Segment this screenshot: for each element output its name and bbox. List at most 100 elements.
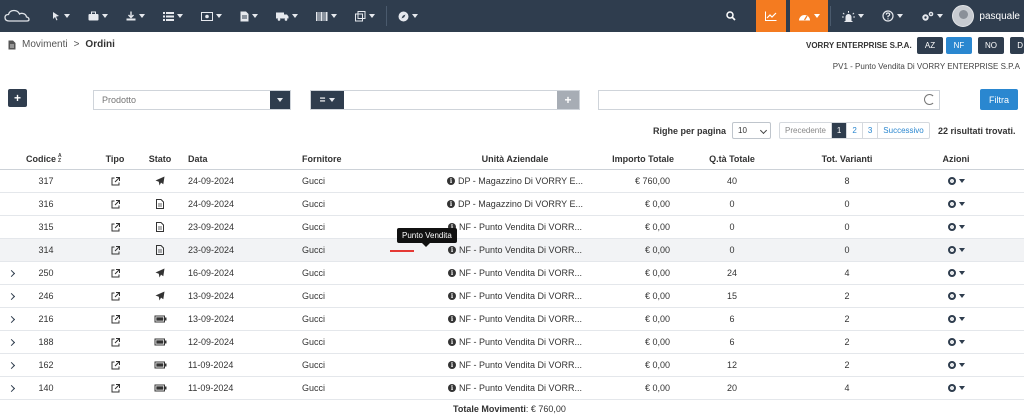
nav-truck-menu[interactable] [267,0,307,32]
product-select[interactable] [93,90,291,110]
battery-icon [154,361,167,369]
refresh-icon[interactable] [924,94,935,105]
table-row[interactable]: 250 16-09-2024 Gucci i NF - Punto Vendita Di… [0,262,1024,285]
open-external-button[interactable] [104,331,126,353]
expand-row-button[interactable] [7,285,19,307]
pagination-page-3[interactable]: 3 [863,123,879,138]
cell-unita: i NF - Punto Vendita Di VORR... [420,308,610,330]
table-row[interactable]: 314 23-09-2024 Gucci i NF - Punto Vendita Di… [0,239,1024,262]
table-row[interactable]: 315 23-09-2024 Gucci i NF - Punto Vendita Di… [0,216,1024,239]
add-filter-button[interactable]: + [557,91,579,109]
row-actions-menu[interactable] [934,216,978,238]
row-actions-menu[interactable] [934,285,978,307]
open-external-button[interactable] [104,193,126,215]
operator-dropdown-button[interactable]: = [311,91,344,109]
expand-row-button[interactable] [7,354,19,376]
nav-cursor-menu[interactable] [42,0,79,32]
expand-row-button[interactable] [7,331,19,353]
row-actions-menu[interactable] [934,354,978,376]
info-icon[interactable]: i [447,246,456,254]
table-row[interactable]: 216 13-09-2024 Gucci i NF - Punto Vendita Di… [0,308,1024,331]
nav-dashboard-menu[interactable] [790,0,829,32]
breadcrumb-parent[interactable]: Movimenti [22,39,68,50]
open-external-button[interactable] [104,170,126,192]
gear-icon [947,338,965,346]
gear-icon [947,246,965,254]
nav-document-menu[interactable] [231,0,267,32]
cloud-logo-icon[interactable] [4,9,30,23]
company-button-no[interactable]: NO [978,37,1004,54]
product-input[interactable] [94,91,270,109]
table-row[interactable]: 162 11-09-2024 Gucci i NF - Punto Vendita Di… [0,354,1024,377]
open-external-button[interactable] [104,377,126,399]
chevron-right-icon [7,269,16,277]
row-actions-menu[interactable] [934,193,978,215]
pagination-next[interactable]: Successivo [878,123,928,138]
search-field[interactable] [598,90,940,110]
table-row[interactable]: 140 11-09-2024 Gucci i NF - Punto Vendita Di… [0,377,1024,400]
open-external-button[interactable] [104,216,126,238]
company-button-nf[interactable]: NF [946,37,972,54]
operator-value-input[interactable] [344,91,557,109]
row-actions-menu[interactable] [934,308,978,330]
nav-settings-menu[interactable] [912,0,952,32]
top-navbar: pasquale [0,0,1024,32]
pagination-page-1[interactable]: 1 [831,123,848,138]
open-external-button[interactable] [104,285,126,307]
open-external-button[interactable] [104,239,126,261]
info-icon[interactable]: i [447,315,456,323]
filter-button[interactable]: Filtra [980,89,1018,110]
info-icon[interactable]: i [447,384,456,392]
row-actions-menu[interactable] [934,262,978,284]
nav-help-menu[interactable] [873,0,912,32]
caret-down-icon [252,14,258,18]
external-link-icon [111,245,120,255]
pagination-page-2[interactable]: 2 [847,123,863,138]
sort-icon[interactable]: AZ [58,153,62,164]
info-icon[interactable]: i [447,361,456,369]
info-icon[interactable]: i [446,177,455,185]
company-button-d[interactable]: D [1010,37,1024,54]
nav-money-menu[interactable] [192,0,231,32]
info-icon[interactable]: i [446,200,455,208]
info-icon[interactable]: i [447,292,456,300]
cell-data: 11-09-2024 [188,360,234,370]
nav-search-button[interactable] [716,0,756,32]
pagination-previous[interactable]: Precedente [780,123,832,138]
open-external-button[interactable] [104,354,126,376]
table-row[interactable]: 316 24-09-2024 Gucci i DP - Magazzino Di VOR… [0,193,1024,216]
expand-row-button[interactable] [7,262,19,284]
caret-down-icon [177,14,183,18]
row-actions-menu[interactable] [934,331,978,353]
product-dropdown-button[interactable] [270,91,290,109]
open-external-button[interactable] [104,262,126,284]
nav-compass-menu[interactable] [389,0,427,32]
table-row[interactable]: 188 12-09-2024 Gucci i NF - Punto Vendita Di… [0,331,1024,354]
nav-barcode-menu[interactable] [307,0,346,32]
nav-clone-menu[interactable] [346,0,384,32]
nav-download-menu[interactable] [117,0,154,32]
cell-fornitore: Gucci [302,314,326,324]
caret-down-icon [897,14,904,18]
expand-row-button[interactable] [7,308,19,330]
nav-alert-menu[interactable] [833,0,873,32]
row-actions-menu[interactable] [934,377,978,399]
company-name: VORRY ENTERPRISE S.P.A. [806,41,912,50]
user-name[interactable]: pasquale [979,11,1020,22]
column-codice[interactable]: Codice A Z [26,148,66,169]
info-icon[interactable]: i [447,269,456,277]
nav-list-menu[interactable] [154,0,192,32]
row-actions-menu[interactable] [934,170,978,192]
add-movement-button[interactable]: + [8,89,27,107]
nav-briefcase-menu[interactable] [79,0,117,32]
user-avatar[interactable] [952,5,975,27]
expand-row-button[interactable] [7,377,19,399]
nav-chart-button[interactable] [756,0,787,32]
row-actions-menu[interactable] [934,239,978,261]
company-button-az[interactable]: AZ [917,37,943,54]
info-icon[interactable]: i [447,338,456,346]
open-external-button[interactable] [104,308,126,330]
table-row[interactable]: 317 24-09-2024 Gucci i DP - Magazzino Di VOR… [0,170,1024,193]
table-row[interactable]: 246 13-09-2024 Gucci i NF - Punto Vendita Di… [0,285,1024,308]
rows-per-page-select[interactable]: 10 [732,122,771,139]
